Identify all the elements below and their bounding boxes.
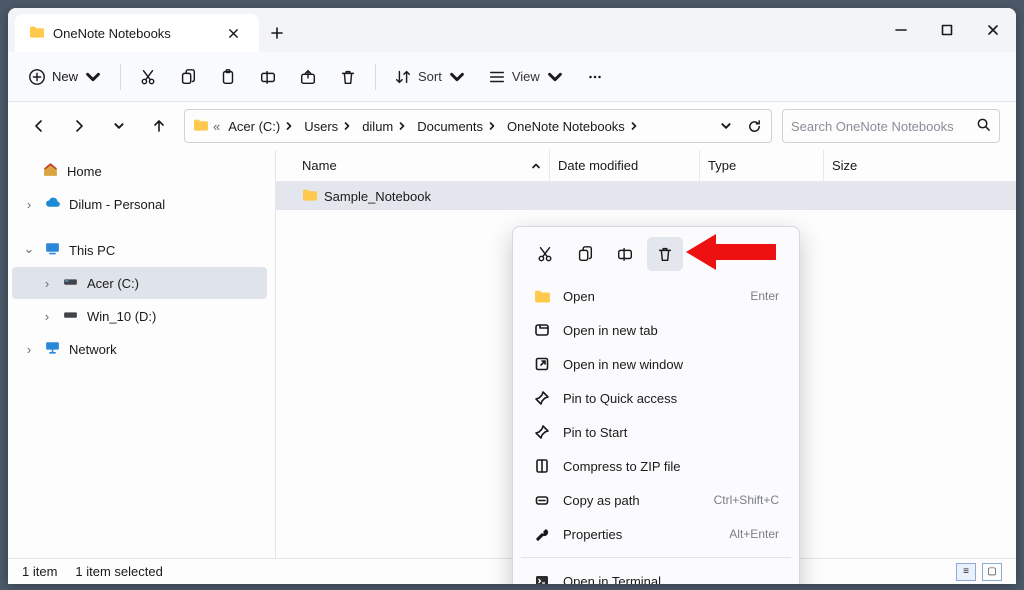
- navigation-sidebar: Home › Dilum - Personal ⌄ This PC › Ace: [8, 150, 276, 558]
- context-copy-path[interactable]: Copy as path Ctrl+Shift+C: [519, 483, 793, 517]
- tab-title: OneNote Notebooks: [53, 26, 213, 41]
- context-open-new-window[interactable]: Open in new window: [519, 347, 793, 381]
- sidebar-item-thispc[interactable]: ⌄ This PC: [12, 234, 267, 266]
- paste-button[interactable]: [209, 60, 247, 94]
- context-properties[interactable]: Properties Alt+Enter: [519, 517, 793, 551]
- file-name: Sample_Notebook: [324, 189, 431, 204]
- close-window-button[interactable]: [970, 8, 1016, 52]
- view-label: View: [512, 69, 540, 84]
- new-label: New: [52, 69, 78, 84]
- chevron-right-icon: ›: [22, 197, 36, 212]
- new-tab-button[interactable]: [259, 14, 295, 52]
- sidebar-item-network[interactable]: › Network: [12, 333, 267, 365]
- tab-close-button[interactable]: [221, 21, 245, 45]
- context-delete-button[interactable]: [647, 237, 683, 271]
- view-details-button[interactable]: ≡: [956, 563, 976, 581]
- delete-button[interactable]: [329, 60, 367, 94]
- more-button[interactable]: [576, 60, 614, 94]
- folder-icon: [193, 117, 209, 136]
- view-large-button[interactable]: ▢: [982, 563, 1002, 581]
- cloud-icon: [44, 194, 61, 214]
- drive-icon: [62, 273, 79, 293]
- pin-icon: [533, 390, 551, 406]
- new-button[interactable]: New: [18, 60, 112, 94]
- sidebar-item-drive-d[interactable]: › Win_10 (D:): [12, 300, 267, 332]
- breadcrumb-item[interactable]: dilum: [358, 117, 411, 136]
- recent-locations-button[interactable]: [104, 111, 134, 141]
- home-icon: [42, 161, 59, 181]
- breadcrumb-item[interactable]: Documents: [413, 117, 501, 136]
- pc-icon: [44, 240, 61, 260]
- pin-icon: [533, 424, 551, 440]
- status-count: 1 item: [22, 564, 57, 579]
- sidebar-item-onedrive[interactable]: › Dilum - Personal: [12, 188, 267, 220]
- column-headers: Name Date modified Type Size: [276, 150, 1016, 182]
- view-button[interactable]: View: [478, 60, 574, 94]
- rename-button[interactable]: [249, 60, 287, 94]
- copy-path-icon: [533, 492, 551, 508]
- address-bar[interactable]: « Acer (C:) Users dilum Documents OneNot…: [184, 109, 772, 143]
- context-open[interactable]: Open Enter: [519, 279, 793, 313]
- forward-button[interactable]: [64, 111, 94, 141]
- minimize-button[interactable]: [878, 8, 924, 52]
- search-icon: [976, 117, 991, 135]
- chevron-down-icon: ⌄: [22, 241, 36, 257]
- search-input[interactable]: [791, 119, 970, 134]
- breadcrumb-item[interactable]: Acer (C:): [224, 117, 298, 136]
- context-open-terminal[interactable]: Open in Terminal: [519, 564, 793, 584]
- tab-current[interactable]: OneNote Notebooks: [15, 14, 259, 52]
- sidebar-item-drive-c[interactable]: › Acer (C:): [12, 267, 267, 299]
- column-header-date[interactable]: Date modified: [550, 150, 700, 181]
- wrench-icon: [533, 526, 551, 542]
- file-row[interactable]: Sample_Notebook: [276, 182, 1016, 210]
- toolbar: New Sort View: [8, 52, 1016, 102]
- sort-button[interactable]: Sort: [384, 60, 476, 94]
- chevron-right-icon: ›: [40, 309, 54, 324]
- address-dropdown-button[interactable]: [713, 113, 739, 139]
- up-button[interactable]: [144, 111, 174, 141]
- file-explorer-window: OneNote Notebooks New Sort: [8, 8, 1016, 584]
- chevron-right-icon: ›: [22, 342, 36, 357]
- column-header-type[interactable]: Type: [700, 150, 824, 181]
- new-tab-icon: [533, 322, 551, 338]
- context-rename-button[interactable]: [607, 237, 643, 271]
- context-pin-start[interactable]: Pin to Start: [519, 415, 793, 449]
- cut-button[interactable]: [129, 60, 167, 94]
- refresh-button[interactable]: [741, 113, 767, 139]
- share-button[interactable]: [289, 60, 327, 94]
- new-window-icon: [533, 356, 551, 372]
- callout-arrow: [686, 234, 776, 270]
- sidebar-item-home[interactable]: Home: [12, 155, 267, 187]
- network-icon: [44, 339, 61, 359]
- context-cut-button[interactable]: [527, 237, 563, 271]
- sort-label: Sort: [418, 69, 442, 84]
- context-menu: Open Enter Open in new tab Open in new w…: [512, 226, 800, 584]
- context-compress-zip[interactable]: Compress to ZIP file: [519, 449, 793, 483]
- status-selected: 1 item selected: [75, 564, 162, 579]
- context-menu-separator: [521, 557, 791, 558]
- context-copy-button[interactable]: [567, 237, 603, 271]
- address-row: « Acer (C:) Users dilum Documents OneNot…: [8, 102, 1016, 150]
- terminal-icon: [533, 573, 551, 584]
- drive-icon: [62, 306, 79, 326]
- back-button[interactable]: [24, 111, 54, 141]
- zip-icon: [533, 458, 551, 474]
- breadcrumb-item[interactable]: OneNote Notebooks: [503, 117, 643, 136]
- folder-icon: [29, 24, 45, 43]
- search-box[interactable]: [782, 109, 1000, 143]
- folder-icon: [302, 187, 318, 206]
- chevron-right-icon: ›: [40, 276, 54, 291]
- context-open-new-tab[interactable]: Open in new tab: [519, 313, 793, 347]
- maximize-button[interactable]: [924, 8, 970, 52]
- folder-open-icon: [533, 288, 551, 305]
- copy-button[interactable]: [169, 60, 207, 94]
- column-header-size[interactable]: Size: [824, 150, 904, 181]
- title-bar: OneNote Notebooks: [8, 8, 1016, 52]
- column-header-name[interactable]: Name: [294, 150, 550, 181]
- context-pin-quick-access[interactable]: Pin to Quick access: [519, 381, 793, 415]
- breadcrumb-item[interactable]: Users: [300, 117, 356, 136]
